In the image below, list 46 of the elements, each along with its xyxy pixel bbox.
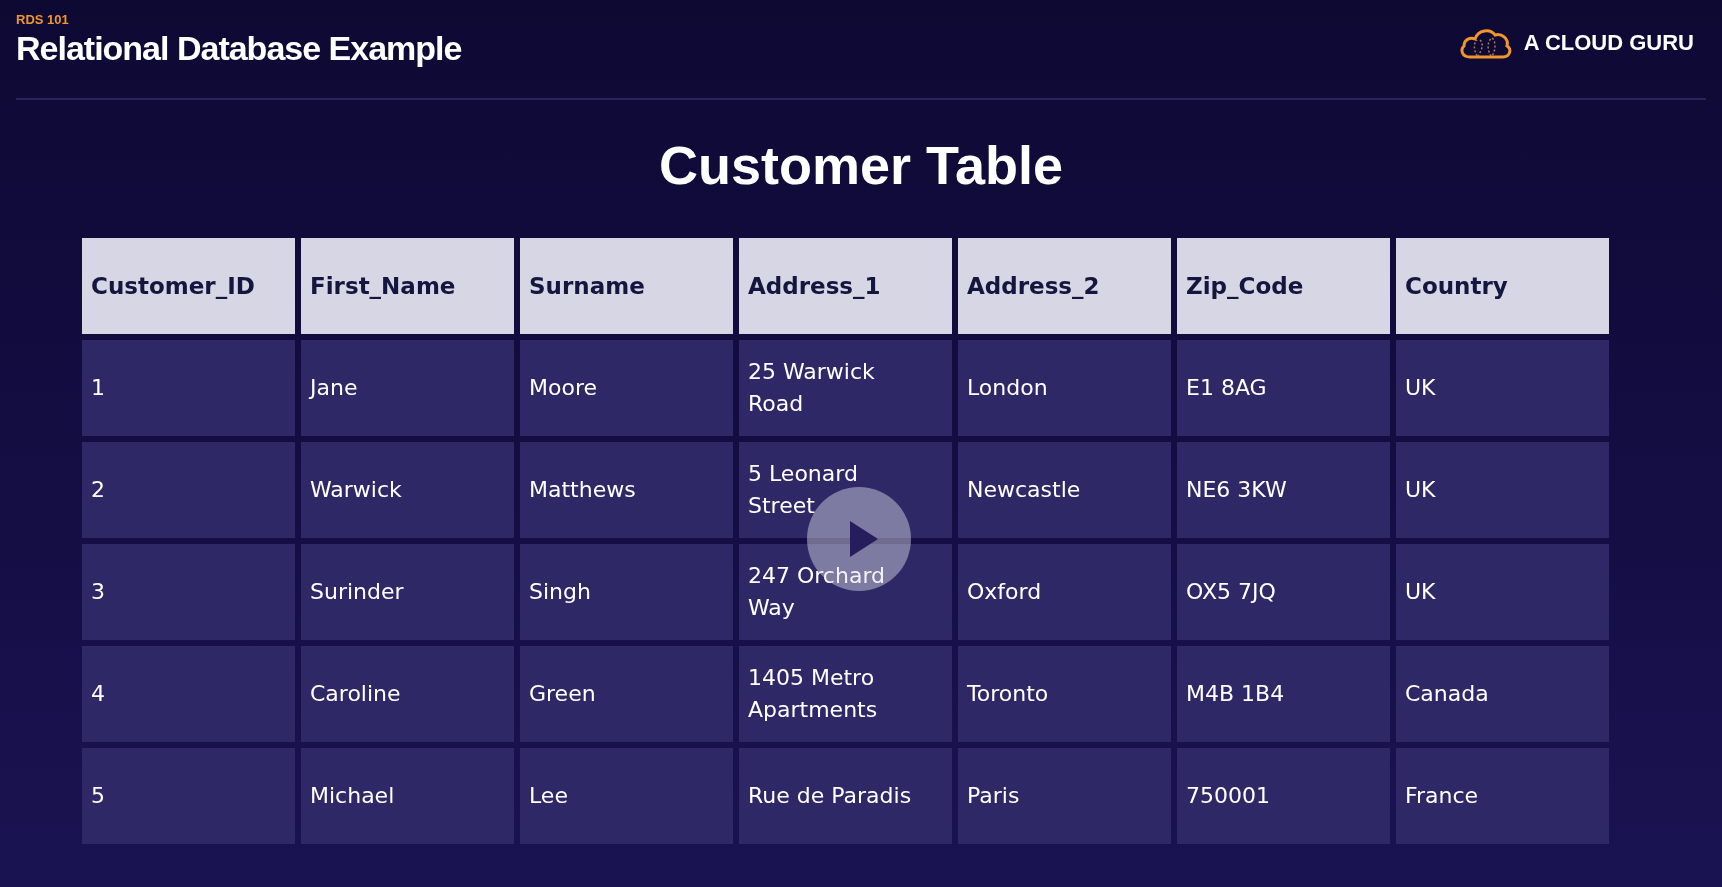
table-cell: M4B 1B4 — [1177, 646, 1390, 742]
table-cell: Oxford — [958, 544, 1171, 640]
table-cell: Toronto — [958, 646, 1171, 742]
table-cell: E1 8AG — [1177, 340, 1390, 436]
table-cell: 750001 — [1177, 748, 1390, 844]
table-cell: UK — [1396, 544, 1609, 640]
column-header: Customer_ID — [82, 238, 295, 334]
table-cell: OX5 7JQ — [1177, 544, 1390, 640]
table-cell: France — [1396, 748, 1609, 844]
table-cell: UK — [1396, 442, 1609, 538]
table-cell: Singh — [520, 544, 733, 640]
table-cell: Lee — [520, 748, 733, 844]
column-header: Address_2 — [958, 238, 1171, 334]
column-header: Surname — [520, 238, 733, 334]
column-header: Zip_Code — [1177, 238, 1390, 334]
table-cell: London — [958, 340, 1171, 436]
table-cell: Paris — [958, 748, 1171, 844]
table-cell: Warwick — [301, 442, 514, 538]
table-cell: 1405 Metro Apartments — [739, 646, 952, 742]
brand-name: A CLOUD GURU — [1523, 30, 1694, 56]
table-cell: 3 — [82, 544, 295, 640]
table-cell: Matthews — [520, 442, 733, 538]
column-header: Country — [1396, 238, 1609, 334]
table-cell: 4 — [82, 646, 295, 742]
table-cell: 5 Leonard Street — [739, 442, 952, 538]
table-cell: Surinder — [301, 544, 514, 640]
table-cell: 5 — [82, 748, 295, 844]
cloud-icon — [1457, 26, 1514, 60]
column-header: Address_1 — [739, 238, 952, 334]
table-cell: UK — [1396, 340, 1609, 436]
table-cell: Jane — [301, 340, 514, 436]
table-cell: Green — [520, 646, 733, 742]
course-code: RDS 101 — [16, 12, 70, 27]
table-cell: Newcastle — [958, 442, 1171, 538]
table-cell: 2 — [82, 442, 295, 538]
slide-title: Customer Table — [657, 134, 1065, 197]
table-cell: NE6 3KW — [1177, 442, 1390, 538]
table-cell: Caroline — [301, 646, 514, 742]
column-header: First_Name — [301, 238, 514, 334]
table-cell: Michael — [301, 748, 514, 844]
table-cell: Canada — [1396, 646, 1609, 742]
table-cell: Rue de Paradis — [739, 748, 952, 844]
table-cell: Moore — [520, 340, 733, 436]
table-cell: 1 — [82, 340, 295, 436]
table-cell: 25 Warwick Road — [739, 340, 952, 436]
slide-header: Relational Database Example — [16, 29, 462, 68]
